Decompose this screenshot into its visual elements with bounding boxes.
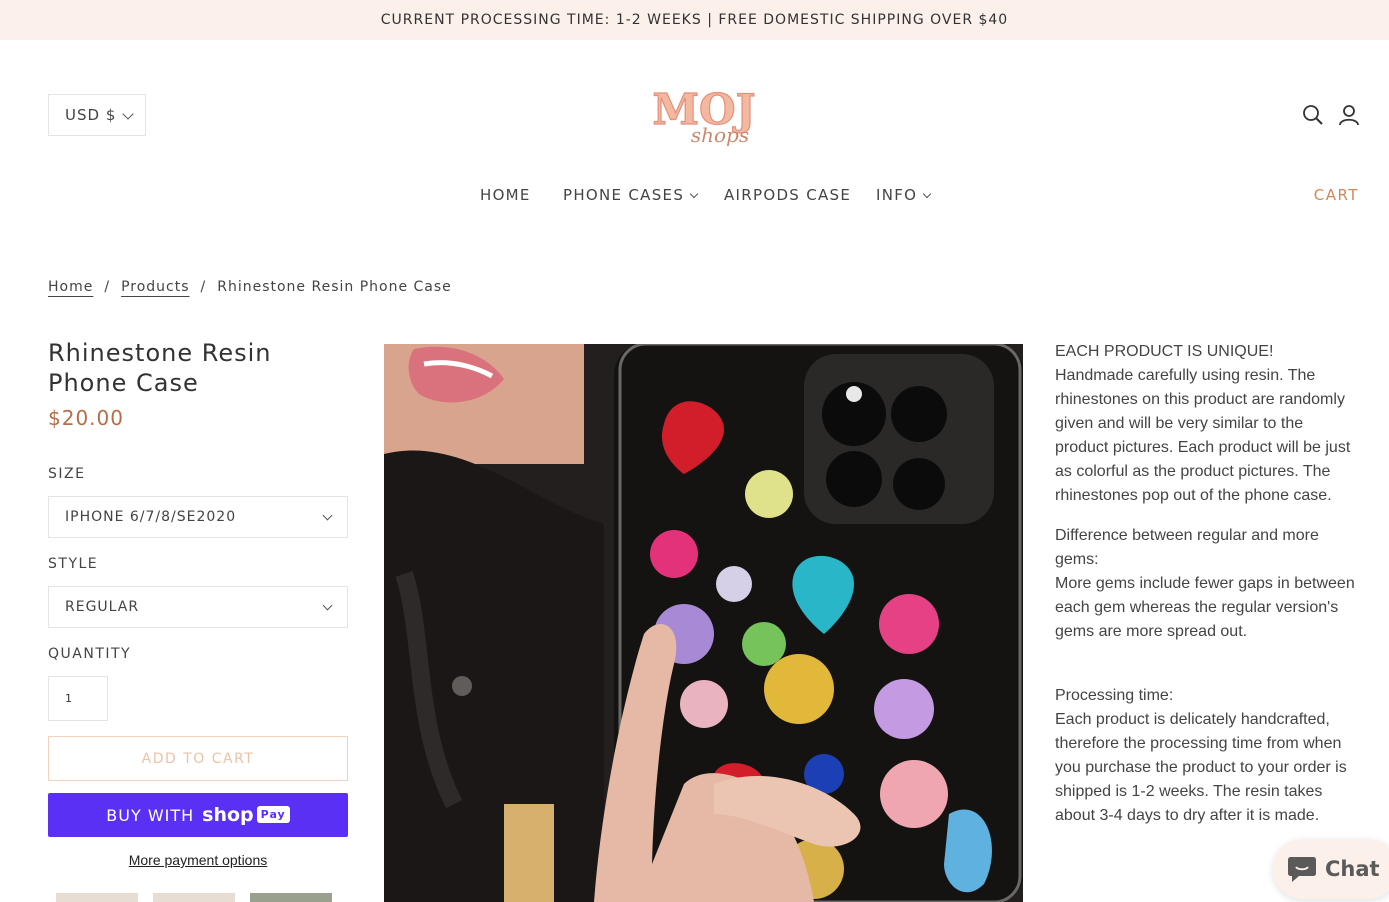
quantity-input[interactable]: 1 xyxy=(48,676,108,721)
product-image[interactable] xyxy=(384,344,1023,902)
product-thumbnail[interactable] xyxy=(56,893,138,902)
description-heading: EACH PRODUCT IS UNIQUE! xyxy=(1055,343,1274,360)
pay-badge: Pay xyxy=(256,805,290,823)
breadcrumb-current: Rhinestone Resin Phone Case xyxy=(217,279,452,295)
product-price: $20.00 xyxy=(48,406,124,430)
chat-label: Chat xyxy=(1325,857,1380,881)
description-body: More gems include fewer gaps in between … xyxy=(1055,575,1355,640)
size-value: IPHONE 6/7/8/SE2020 xyxy=(65,509,237,525)
shop-pay-logo: shop xyxy=(202,804,254,826)
announcement-text: CURRENT PROCESSING TIME: 1-2 WEEKS | FRE… xyxy=(380,12,1009,28)
breadcrumb: Home / Products / Rhinestone Resin Phone Cas… xyxy=(48,279,452,295)
breadcrumb-home[interactable]: Home xyxy=(48,279,93,295)
nav-phone-cases-label: PHONE CASES xyxy=(563,186,685,204)
size-label: SIZE xyxy=(48,466,86,482)
main-nav: HOME PHONE CASES AIRPODS CASE INFO xyxy=(0,186,1389,208)
buy-with-shop-pay-button[interactable]: BUY WITH shop Pay xyxy=(48,793,348,837)
nav-home-label: HOME xyxy=(480,186,531,204)
description-heading: Difference between regular and more gems… xyxy=(1055,527,1319,568)
style-select[interactable]: REGULAR xyxy=(48,586,348,628)
announcement-bar: CURRENT PROCESSING TIME: 1-2 WEEKS | FRE… xyxy=(0,0,1389,40)
chevron-down-icon xyxy=(689,189,699,199)
chat-icon xyxy=(1288,857,1316,882)
cart-link[interactable]: CART xyxy=(1314,186,1359,204)
chevron-down-icon xyxy=(122,108,134,120)
nav-info-label: INFO xyxy=(876,186,918,204)
nav-info[interactable]: INFO xyxy=(876,186,932,204)
currency-label: USD $ xyxy=(65,106,117,124)
quantity-label: QUANTITY xyxy=(48,646,132,662)
nav-phone-cases[interactable]: PHONE CASES xyxy=(563,186,699,204)
description-body: Handmade carefully using resin. The rhin… xyxy=(1055,367,1351,504)
description-body: Each product is delicately handcrafted, … xyxy=(1055,711,1347,824)
breadcrumb-separator: / xyxy=(104,279,111,295)
chevron-down-icon xyxy=(322,600,333,611)
description-heading: Processing time: xyxy=(1055,687,1174,704)
chevron-down-icon xyxy=(923,189,932,199)
nav-home[interactable]: HOME xyxy=(480,186,531,204)
style-label: STYLE xyxy=(48,556,99,572)
product-title: Rhinestone Resin Phone Case xyxy=(48,339,272,397)
store-logo[interactable]: MOJ shops xyxy=(634,80,774,152)
nav-airpods-case[interactable]: AIRPODS CASE xyxy=(724,186,851,204)
currency-selector[interactable]: USD $ xyxy=(48,94,146,136)
quantity-value: 1 xyxy=(65,692,72,705)
description-block-gems: Difference between regular and more gems… xyxy=(1055,524,1360,644)
chevron-down-icon xyxy=(322,510,333,521)
breadcrumb-separator: / xyxy=(200,279,207,295)
product-thumbnail[interactable] xyxy=(153,893,235,902)
chat-button[interactable]: Chat xyxy=(1273,839,1389,899)
breadcrumb-products[interactable]: Products xyxy=(121,279,189,295)
add-to-cart-button[interactable]: ADD TO CART xyxy=(48,736,348,781)
more-payment-options-link[interactable]: More payment options xyxy=(48,852,348,868)
logo-subtext: shops xyxy=(691,123,749,147)
product-thumbnail[interactable] xyxy=(250,893,332,902)
description-block-unique: EACH PRODUCT IS UNIQUE! Handmade careful… xyxy=(1055,340,1360,508)
nav-airpods-case-label: AIRPODS CASE xyxy=(724,186,852,204)
search-icon[interactable] xyxy=(1302,104,1324,126)
account-icon[interactable] xyxy=(1338,104,1360,126)
size-select[interactable]: IPHONE 6/7/8/SE2020 xyxy=(48,496,348,538)
description-block-processing: Processing time: Each product is delicat… xyxy=(1055,684,1360,828)
style-value: REGULAR xyxy=(65,599,140,615)
buy-with-label: BUY WITH xyxy=(106,805,195,825)
